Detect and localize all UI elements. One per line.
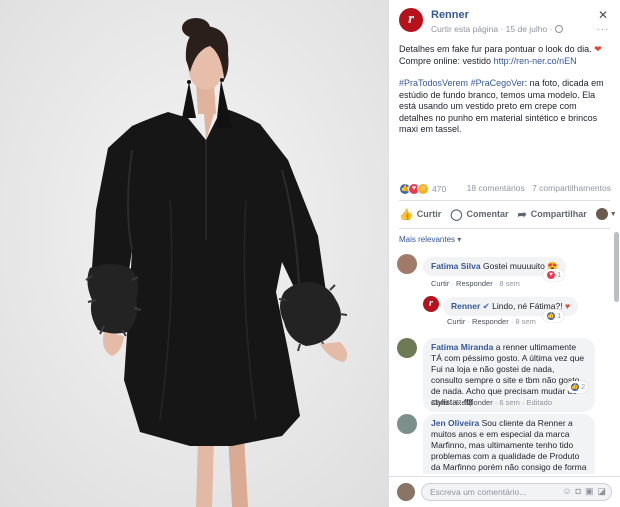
reaction-badge[interactable]: 👍 1 xyxy=(543,310,565,322)
scrollbar-thumb[interactable] xyxy=(614,232,619,302)
comment-like-link[interactable]: Curtir xyxy=(431,398,449,407)
heart-emoji: ❤ xyxy=(594,44,602,54)
comment-composer: ☺ ◘ ▣ ◪ xyxy=(389,476,620,507)
haha-reaction-icon: ☺ xyxy=(417,183,429,195)
post-text-line1: Detalhes em fake fur para pontuar o look… xyxy=(399,44,592,54)
comments-count[interactable]: 18 comentários xyxy=(467,183,525,193)
gif-icon[interactable]: ▣ xyxy=(585,486,594,497)
comment-reply: r Renner ✔ Lindo, né Fátima?! ♥ 👍 1 Curti… xyxy=(423,296,611,332)
heart-emoji: ♥ xyxy=(564,301,570,311)
globe-icon xyxy=(554,25,563,33)
reaction-badge-count: 2 xyxy=(581,382,586,391)
avatar[interactable] xyxy=(397,338,417,358)
more-options-icon[interactable]: ··· xyxy=(596,24,610,35)
chevron-down-icon: ▼ xyxy=(609,210,617,218)
comment-time[interactable]: 8 sem xyxy=(515,317,535,326)
comment-button-label: Comentar xyxy=(466,209,509,219)
post-stats: 👍 ♥ ☺ 470 18 comentários 7 compartilhame… xyxy=(399,182,611,196)
post-meta: Curtir esta página · 15 de julho · xyxy=(431,24,563,34)
comment-author[interactable]: Renner xyxy=(451,301,480,311)
post-side-panel: r Renner Curtir esta página · 15 de julh… xyxy=(388,0,620,507)
avatar xyxy=(595,208,608,220)
comment-button[interactable]: ◯ Comentar xyxy=(450,208,508,221)
post-actions: 👍 Curtir ◯ Comentar ➦ Compartilhar ▼ xyxy=(399,204,617,224)
avatar[interactable] xyxy=(397,254,417,274)
divider xyxy=(399,228,610,229)
like-button[interactable]: 👍 Curtir xyxy=(399,208,441,221)
comment-actions: Curtir · Responder · 8 sem xyxy=(431,279,520,288)
composer-tools: ☺ ◘ ▣ ◪ xyxy=(562,486,606,497)
post-date[interactable]: 15 de julho xyxy=(506,24,548,34)
meta-separator: · xyxy=(547,24,555,34)
reaction-badge[interactable]: ♥ 1 xyxy=(543,269,565,281)
reaction-badge[interactable]: 👍 2 xyxy=(567,381,589,393)
post-header: r Renner Curtir esta página · 15 de julh… xyxy=(399,8,610,38)
comment-like-link[interactable]: Curtir xyxy=(447,317,465,326)
speech-bubble-icon: ◯ xyxy=(450,208,463,221)
like-page-link[interactable]: Curtir esta página xyxy=(431,24,498,34)
like-reaction-icon: 👍 xyxy=(546,311,556,322)
post-photo[interactable] xyxy=(0,0,388,507)
comment-reply-link[interactable]: Responder xyxy=(472,317,509,326)
page-logo[interactable]: r xyxy=(423,296,439,312)
camera-icon[interactable]: ◘ xyxy=(576,486,581,497)
share-button-label: Compartilhar xyxy=(530,209,587,219)
comment-reply-link[interactable]: Responder xyxy=(456,279,493,288)
like-button-label: Curtir xyxy=(416,209,442,219)
comment-author[interactable]: Jen Oliveira xyxy=(431,418,479,428)
edited-label[interactable]: Editado xyxy=(527,398,552,407)
chevron-down-icon: ▾ xyxy=(457,235,462,244)
comment-reply-link[interactable]: Responder xyxy=(456,398,493,407)
page-logo[interactable]: r xyxy=(399,8,423,32)
comments-scrollbar[interactable] xyxy=(614,232,619,472)
comment-input[interactable] xyxy=(422,484,552,500)
reaction-badge-count: 1 xyxy=(557,270,562,279)
hashtag-link[interactable]: #PraTodosVerem xyxy=(399,78,468,88)
comment-bubble: Jen Oliveira Sou cliente da Renner a mui… xyxy=(423,414,595,474)
comment-actions: Curtir · Responder · 8 sem xyxy=(447,317,536,326)
page-name-link[interactable]: Renner xyxy=(431,9,469,21)
close-icon[interactable]: ✕ xyxy=(596,8,610,22)
comment-time[interactable]: 6 sem xyxy=(499,398,519,407)
comment: Fatima Miranda a renner ultimamente TÁ c… xyxy=(397,338,611,412)
comment: Jen Oliveira Sou cliente da Renner a mui… xyxy=(397,414,611,474)
model-photo xyxy=(0,0,388,507)
comment-author[interactable]: Fatima Miranda xyxy=(431,342,493,352)
comment-author[interactable]: Fatima Silva xyxy=(431,261,481,271)
sticker-icon[interactable]: ◪ xyxy=(597,486,606,497)
like-reaction-icon: 👍 xyxy=(570,382,580,393)
avatar xyxy=(397,483,415,501)
reactions-summary[interactable]: 👍 ♥ ☺ 470 xyxy=(399,182,446,196)
comment-like-link[interactable]: Curtir xyxy=(431,279,449,288)
thumbs-up-icon: 👍 xyxy=(399,208,413,221)
comment-sort-selector[interactable]: Mais relevantes ▾ xyxy=(399,235,461,244)
share-button[interactable]: ➦ Compartilhar xyxy=(518,208,587,221)
reaction-badge-count: 1 xyxy=(557,311,562,320)
hashtag-link[interactable]: #PraCegoVer xyxy=(471,78,525,88)
sort-label: Mais relevantes xyxy=(399,235,456,244)
share-arrow-icon: ➦ xyxy=(517,208,527,221)
avatar[interactable] xyxy=(397,414,417,434)
product-link[interactable]: http://ren-ner.co/nEN xyxy=(494,56,577,66)
love-reaction-icon: ♥ xyxy=(546,270,556,281)
post-text: Detalhes em fake fur para pontuar o look… xyxy=(399,44,609,147)
reaction-count[interactable]: 470 xyxy=(432,184,446,194)
comment-time[interactable]: 8 sem xyxy=(499,279,519,288)
divider xyxy=(399,200,610,201)
emoji-icon[interactable]: ☺ xyxy=(562,486,571,497)
shares-count[interactable]: 7 compartilhamentos xyxy=(532,183,611,193)
comment-actions: Curtir · Responder · 6 sem · Editado xyxy=(431,398,552,407)
share-as-selector[interactable]: ▼ xyxy=(595,208,617,220)
comment-input-box[interactable]: ☺ ◘ ▣ ◪ xyxy=(421,483,612,501)
meta-separator: · xyxy=(498,24,506,34)
post-text-line2: Compre online: vestido xyxy=(399,55,494,66)
comment: Fatima Silva Gostei muuuuito 😍 ♥ 1 Curtir… xyxy=(397,254,611,294)
verified-icon: ✔ xyxy=(482,301,490,311)
comment-text: Gostei muuuuito xyxy=(482,261,545,271)
